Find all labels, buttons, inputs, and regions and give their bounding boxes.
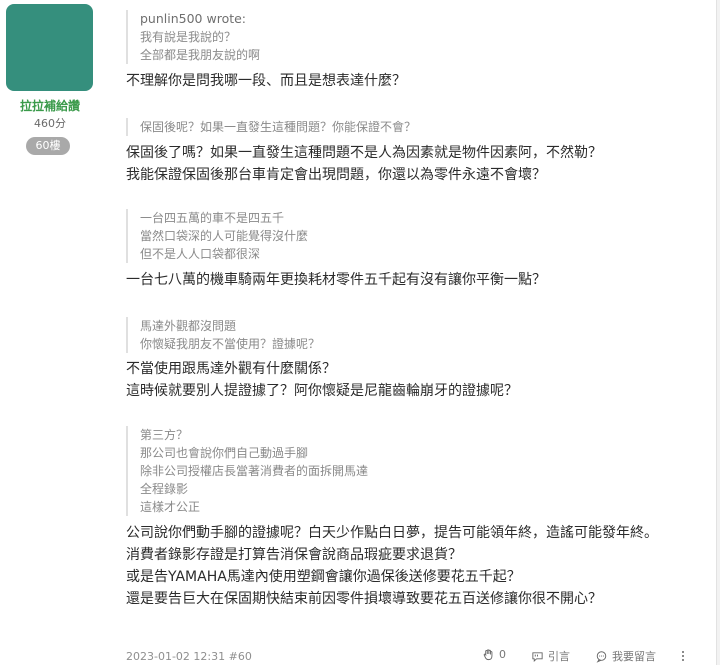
reply-text: 公司說你們動手腳的證據呢？白天少作點白日夢，提告可能領年終，造謠可能發年終。 消…: [126, 522, 658, 610]
author-name[interactable]: 拉拉補給讚: [0, 97, 100, 114]
avatar[interactable]: [6, 4, 93, 91]
like-count: 0: [499, 648, 506, 661]
post-card: 拉拉補給讚 460分 60樓 punlin500 wrote: 我有說是我說的？…: [0, 0, 717, 665]
reply-line: 公司說你們動手腳的證據呢？白天少作點白日夢，提告可能領年終，造謠可能發年終。: [126, 525, 658, 541]
quote-block: 第三方？ 那公司也會說你們自己動過手腳 除非公司授權店長當著消費者的面拆開馬達 …: [126, 426, 368, 516]
reply-text: 不當使用跟馬達外觀有什麼關係？ 這時候就要別人提證據了？阿你懷疑是尼龍齒輪崩牙的…: [126, 358, 518, 402]
reply-line: 一台七八萬的機車騎兩年更換耗材零件五千起有沒有讓你平衡一點？: [126, 272, 546, 288]
author-score: 460分: [34, 117, 66, 130]
reply-line: 消費者錄影存證是打算告消保會說商品瑕疵要求退貨？: [126, 547, 462, 563]
clap-icon: [483, 649, 493, 661]
post-timestamp[interactable]: 2023-01-02 12:31 #60: [126, 650, 252, 663]
quote-line: 全程錄影: [140, 482, 189, 496]
reply-line: 這時候就要別人提證據了？阿你懷疑是尼龍齒輪崩牙的證據呢？: [126, 383, 518, 399]
quote-label: 引言: [548, 650, 570, 663]
quote-bubble-icon: [532, 651, 543, 662]
reply-line: 不當使用跟馬達外觀有什麼關係？: [126, 361, 336, 377]
quote-line: 全部都是我朋友說的啊: [140, 48, 261, 62]
quote-line: 這樣才公正: [140, 500, 201, 514]
reply-text: 一台七八萬的機車騎兩年更換耗材零件五千起有沒有讓你平衡一點？: [126, 269, 546, 291]
reply-line: 我能保證保固後那台車肯定會出現問題，你還以為零件永遠不會壞？: [126, 167, 546, 183]
more-vertical-icon[interactable]: [682, 651, 686, 663]
like-button[interactable]: 0: [482, 648, 506, 661]
post-footer: 2023-01-02 12:31 #60 0 引言 我要留言: [126, 648, 706, 665]
quote-block: 一台四五萬的車不是四五千 當然口袋深的人可能覺得沒什麼 但不是人人口袋都很深: [126, 209, 308, 263]
quote-line: 保固後呢？如果一直發生這種問題？你能保證不會？: [140, 120, 417, 134]
reply-bubble-icon: [596, 650, 607, 663]
quote-block: 馬達外觀都沒問題 你懷疑我朋友不當使用？證據呢？: [126, 317, 320, 353]
quote-button[interactable]: 引言: [531, 648, 570, 664]
quote-line: 一台四五萬的車不是四五千: [140, 211, 285, 225]
reply-line: 不理解你是問我哪一段、而且是想表達什麼？: [126, 73, 406, 89]
quote-block: 保固後呢？如果一直發生這種問題？你能保證不會？: [126, 118, 416, 136]
quote-line: 但不是人人口袋都很深: [140, 247, 261, 261]
quote-line: 你懷疑我朋友不當使用？證據呢？: [140, 337, 321, 351]
reply-text: 保固後了嗎？如果一直發生這種問題不是人為因素就是物件因素阿，不然勒？ 我能保證保…: [126, 142, 602, 186]
reply-text: 不理解你是問我哪一段、而且是想表達什麼？: [126, 70, 406, 92]
quote-line: 除非公司授權店長當著消費者的面拆開馬達: [140, 464, 369, 478]
reply-button[interactable]: 我要留言: [595, 648, 656, 664]
reply-label: 我要留言: [612, 650, 656, 663]
quote-block: punlin500 wrote: 我有說是我說的？ 全部都是我朋友說的啊: [126, 10, 260, 64]
quote-author: punlin500 wrote:: [140, 11, 247, 26]
reply-line: 或是告YAMAHA馬達內使用塑鋼會讓你過保後送修要花五千起？: [126, 569, 521, 585]
reply-line: 保固後了嗎？如果一直發生這種問題不是人為因素就是物件因素阿，不然勒？: [126, 145, 602, 161]
floor-badge[interactable]: 60樓: [26, 137, 70, 155]
reply-line: 還是要告巨大在保固期快結束前因零件損壞導致要花五百送修讓你很不開心？: [126, 591, 602, 607]
quote-line: 那公司也會說你們自己動過手腳: [140, 446, 309, 460]
quote-line: 馬達外觀都沒問題: [140, 319, 237, 333]
quote-line: 我有說是我說的？: [140, 30, 237, 44]
quote-line: 第三方？: [140, 428, 189, 442]
quote-line: 當然口袋深的人可能覺得沒什麼: [140, 229, 309, 243]
